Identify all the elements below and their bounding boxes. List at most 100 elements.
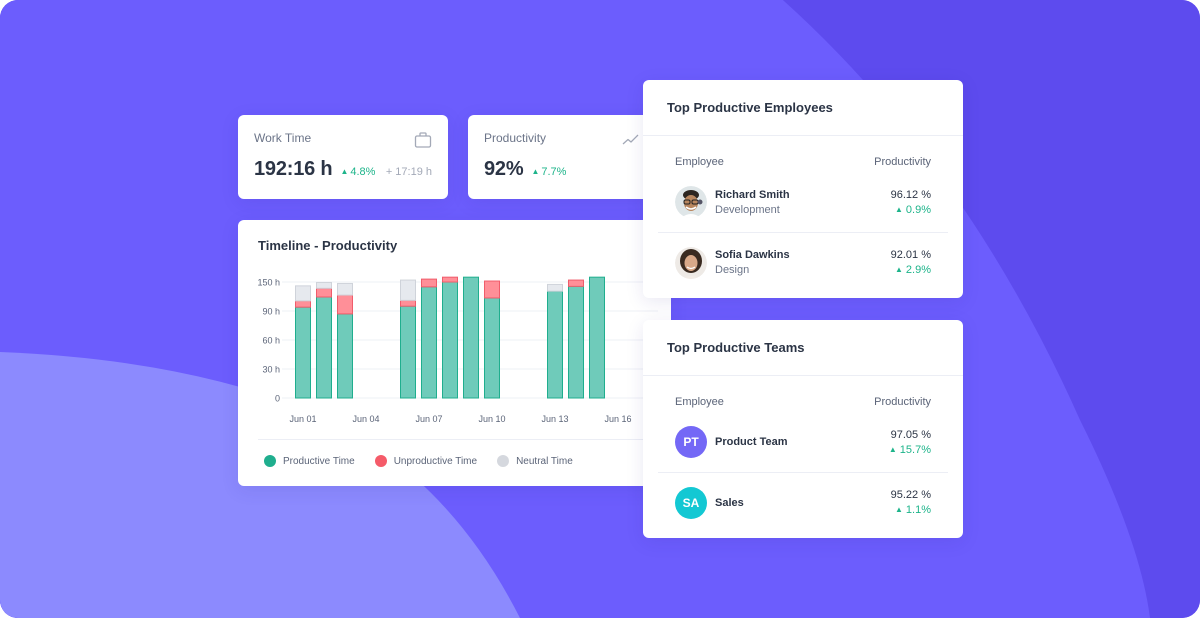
- x-tick-label: Jun 04: [352, 414, 379, 424]
- bar-segment-unproductive: [337, 294, 353, 315]
- bar-segment-unproductive: [442, 276, 458, 283]
- chart-divider: [258, 439, 651, 440]
- kpi-delta: ▲ 4.8%: [340, 166, 375, 178]
- x-tick-label: Jun 13: [541, 414, 568, 424]
- employee-department: Design: [715, 264, 750, 276]
- bar-segment-productive: [568, 285, 584, 399]
- delta-value: 1.1%: [905, 504, 931, 516]
- up-arrow-icon: ▲: [895, 265, 903, 274]
- productivity-value: 97.05 %: [890, 428, 931, 441]
- legend-item-productive[interactable]: Productive Time: [264, 455, 355, 467]
- team-row[interactable]: PT Product Team 97.05 % ▲ 15.7%: [658, 412, 948, 472]
- kpi-delta: ▲ 7.7%: [531, 166, 566, 178]
- avatar-richard-smith: [675, 186, 707, 218]
- legend-label: Unproductive Time: [393, 455, 478, 467]
- bar-segment-neutral: [295, 285, 311, 302]
- x-tick-label: Jun 01: [289, 414, 316, 424]
- avatar-sofia-dawkins: [675, 246, 707, 279]
- bar-segment-unproductive: [568, 279, 584, 287]
- hero-background: Work Time 192:16 h ▲ 4.8% + 17:19 h Produ…: [0, 0, 1200, 618]
- col-employee: Employee: [675, 156, 724, 168]
- chart-legend: Productive Time Unproductive Time Neutra…: [264, 455, 593, 467]
- bar-segment-neutral: [316, 281, 332, 289]
- card-title: Top Productive Employees: [643, 80, 963, 136]
- work-time-card: Work Time 192:16 h ▲ 4.8% + 17:19 h: [238, 115, 448, 199]
- legend-label: Neutral Time: [516, 455, 573, 467]
- productivity-value: 96.12 %: [890, 188, 931, 201]
- trend-line-icon: [622, 131, 640, 149]
- delta-value: 2.9%: [905, 264, 931, 276]
- up-arrow-icon: ▲: [895, 204, 903, 214]
- x-tick-label: Jun 10: [478, 414, 505, 424]
- employee-row[interactable]: Sofia Dawkins Design 92.01 % ▲ 2.9%: [658, 232, 948, 292]
- kpi-value: 192:16 h: [254, 158, 333, 180]
- bar-segment-neutral: [547, 283, 563, 292]
- bar-segment-productive: [589, 276, 605, 399]
- kpi-title: Productivity: [484, 131, 547, 145]
- y-tick-label: 90 h: [262, 307, 280, 317]
- y-tick-label: 150 h: [257, 278, 280, 288]
- bar-segment-neutral: [400, 279, 416, 301]
- y-tick-label: 60 h: [262, 336, 280, 346]
- bar-segment-productive: [442, 281, 458, 399]
- productivity-card: Productivity 92% ▲ 7.7%: [468, 115, 656, 199]
- column-headers: Employee Productivity: [643, 376, 963, 408]
- y-tick-label: 30 h: [262, 365, 280, 375]
- briefcase-icon: [414, 131, 432, 149]
- legend-dot: [374, 455, 387, 467]
- bar-segment-productive: [421, 286, 437, 399]
- bar-segment-unproductive: [421, 278, 437, 288]
- bar-segment-productive: [295, 306, 311, 399]
- x-tick-label: Jun 16: [604, 414, 631, 424]
- top-teams-card: Top Productive Teams Employee Productivi…: [643, 320, 963, 538]
- productivity-delta: ▲ 15.7%: [889, 444, 931, 456]
- kpi-title: Work Time: [254, 131, 312, 145]
- bar-segment-productive: [463, 276, 479, 399]
- timeline-chart: 0 30 h 60 h 90 h 150 h Jun 01 Jun 04 Jun 07 Jun …: [257, 276, 658, 424]
- bar-segment-unproductive: [484, 280, 500, 299]
- up-arrow-icon: ▲: [531, 167, 540, 176]
- productivity-delta: ▲ 1.1%: [891, 504, 931, 516]
- productivity-delta: ▲ 2.9%: [891, 264, 931, 276]
- delta-value: 15.7%: [899, 443, 931, 456]
- team-avatar: SA: [675, 486, 707, 519]
- team-name: Product Team: [715, 436, 788, 448]
- employee-name: Sofia Dawkins: [715, 249, 790, 261]
- kpi-delta-value: 4.8%: [350, 166, 376, 178]
- legend-item-neutral[interactable]: Neutral Time: [497, 455, 573, 467]
- legend-item-unproductive[interactable]: Unproductive Time: [374, 455, 478, 467]
- card-title: Top Productive Teams: [643, 320, 963, 376]
- kpi-extra: + 17:19 h: [385, 166, 432, 178]
- kpi-value: 92%: [484, 158, 524, 180]
- top-employees-card: Top Productive Employees Employee Produc…: [643, 80, 963, 298]
- team-name: Sales: [715, 496, 744, 509]
- employee-row[interactable]: Richard Smith Development 96.12 % ▲ 0.9%: [658, 172, 948, 232]
- legend-label: Productive Time: [283, 455, 355, 467]
- bar-segment-productive: [400, 305, 416, 399]
- bar-segment-neutral: [337, 282, 353, 296]
- legend-dot: [264, 455, 276, 467]
- column-headers: Employee Productivity: [643, 136, 963, 168]
- bar-segment-unproductive: [316, 287, 332, 298]
- x-tick-label: Jun 07: [415, 414, 442, 424]
- up-arrow-icon: ▲: [340, 167, 349, 176]
- employee-department: Development: [715, 203, 780, 216]
- productivity-value: 92.01 %: [890, 249, 931, 261]
- bar-segment-productive: [547, 290, 563, 399]
- y-tick-label: 0: [275, 394, 280, 404]
- bar-segment-productive: [316, 296, 332, 399]
- team-avatar: PT: [675, 426, 707, 458]
- team-row[interactable]: SA Sales 95.22 % ▲ 1.1%: [658, 472, 948, 532]
- bar-segment-productive: [337, 313, 353, 399]
- up-arrow-icon: ▲: [888, 444, 897, 454]
- kpi-delta-value: 7.7%: [541, 166, 567, 178]
- productivity-value: 95.22 %: [890, 489, 931, 501]
- employee-name: Richard Smith: [715, 188, 790, 201]
- timeline-chart-card: Timeline - Productivity 0 30 h 60 h 90 h 150…: [238, 220, 671, 486]
- legend-dot: [497, 455, 510, 467]
- col-productivity: Productivity: [874, 156, 931, 168]
- col-employee: Employee: [675, 396, 724, 408]
- up-arrow-icon: ▲: [895, 505, 903, 514]
- bar-segment-unproductive: [295, 300, 311, 308]
- delta-value: 0.9%: [905, 203, 931, 216]
